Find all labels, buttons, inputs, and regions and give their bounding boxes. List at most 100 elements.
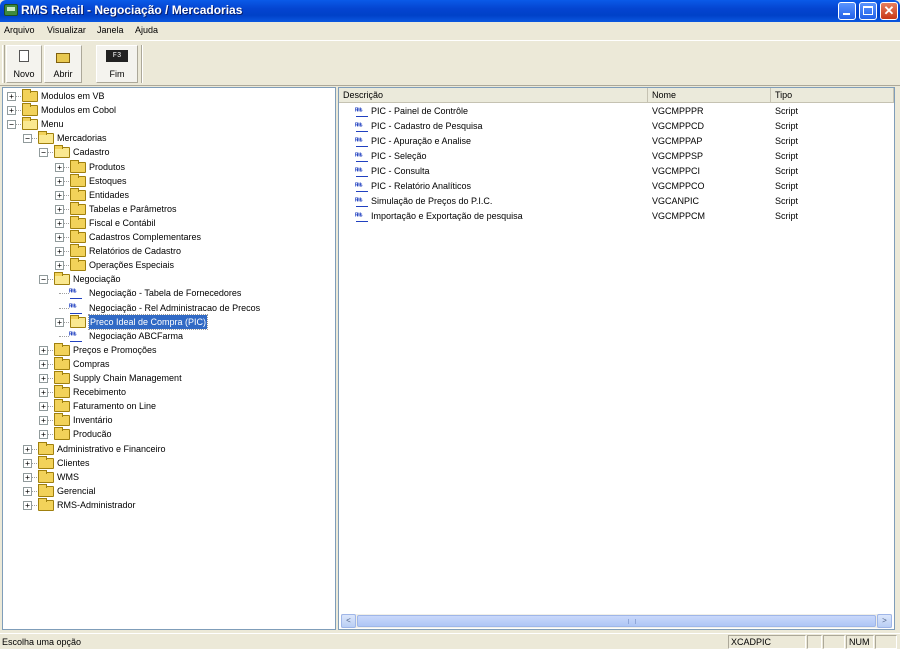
tree-node[interactable]: + Preços e Promoções [3, 342, 333, 357]
expand-icon[interactable]: + [39, 359, 48, 369]
tree-node[interactable]: − Cadastro [3, 145, 333, 159]
tree-node[interactable]: + Tabelas e Parâmetros [3, 201, 333, 216]
tree-node[interactable]: + Supply Chain Management [3, 371, 333, 385]
tree-node-label[interactable]: Gerencial [57, 484, 96, 498]
tree-node-label[interactable]: Produtos [89, 160, 125, 174]
tree-node-label[interactable]: Entidades [89, 188, 129, 202]
tree-node-label[interactable]: Mercadorias [57, 131, 107, 145]
tree-node[interactable]: + Modulos em VB [3, 89, 333, 103]
tree-node-label[interactable]: Preços e Promoções [73, 343, 157, 357]
tree-node[interactable]: + Recebimento [3, 385, 333, 399]
menu-janela[interactable]: Janela [97, 25, 124, 35]
expand-icon[interactable]: + [23, 486, 32, 496]
tree-node-label[interactable]: Modulos em Cobol [41, 103, 116, 117]
tree-node[interactable]: + Clientes [3, 455, 333, 470]
column-header-tipo[interactable]: Tipo [771, 88, 894, 103]
list-item[interactable]: ᴿᴹˢ PIC - Painel de Contrôle VGCMPPPR Scrip… [339, 104, 894, 119]
list-item[interactable]: ᴿᴹˢ PIC - Apuração e Analise VGCMPPAP Scrip… [339, 134, 894, 149]
list-item[interactable]: ᴿᴹˢ PIC - Consulta VGCMPPCI Script [339, 164, 894, 179]
tree-node[interactable]: + Inventário [3, 413, 333, 427]
tree-node-label[interactable]: Supply Chain Management [73, 371, 182, 385]
tree-node-label[interactable]: Negociação - Tabela de Fornecedores [89, 286, 241, 300]
tree-node-label[interactable]: Operações Especiais [89, 258, 174, 272]
expand-icon[interactable]: + [39, 374, 48, 383]
tree-node-label[interactable]: Cadastro [73, 145, 110, 159]
expand-icon[interactable]: + [23, 444, 32, 454]
column-header-nome[interactable]: Nome [648, 88, 771, 103]
scroll-thumb[interactable] [357, 615, 876, 627]
tree-node[interactable]: + Produtos [3, 159, 333, 174]
tree-node[interactable]: − Menu [3, 117, 333, 131]
tree-node[interactable]: ᴿᴹˢ Negociação ABCFarma [3, 329, 333, 343]
tree-node[interactable]: + Producão [3, 427, 333, 441]
tree-node-label[interactable]: Inventário [73, 413, 113, 427]
expand-icon[interactable]: + [55, 317, 64, 327]
menu-tree[interactable]: + Modulos em VB + Modulos em Cobol − Menu − Mer… [2, 87, 336, 630]
toolbar-grip[interactable] [2, 45, 5, 83]
tree-node[interactable]: + RMS-Administrador [3, 497, 333, 512]
tree-node[interactable]: − Mercadorias [3, 131, 333, 145]
scroll-right-button[interactable]: > [877, 614, 892, 628]
expand-icon[interactable]: + [55, 247, 64, 257]
expand-icon[interactable]: + [39, 430, 48, 440]
menu-ajuda[interactable]: Ajuda [135, 25, 158, 35]
tree-node-label[interactable]: Recebimento [73, 385, 126, 399]
menu-visualizar[interactable]: Visualizar [47, 25, 86, 35]
tree-node-label[interactable]: Cadastros Complementares [89, 230, 201, 244]
minimize-button[interactable] [838, 2, 856, 20]
tree-node-label[interactable]: Faturamento on Line [73, 399, 156, 413]
program-list[interactable]: Descrição Nome Tipo ᴿᴹˢ PIC - Painel de C… [338, 87, 895, 630]
tree-node[interactable]: + Entidades [3, 187, 333, 202]
tree-node-label[interactable]: Producão [73, 427, 112, 441]
tree-node[interactable]: + Operações Especiais [3, 258, 333, 272]
tree-node[interactable]: + Gerencial [3, 483, 333, 498]
expand-icon[interactable]: + [39, 402, 48, 412]
list-item[interactable]: ᴿᴹˢ PIC - Seleção VGCMPPSP Script [339, 149, 894, 164]
tree-node-label[interactable]: WMS [57, 470, 79, 484]
column-header-descricao[interactable]: Descrição [339, 88, 648, 103]
tree-node-label[interactable]: Administrativo e Financeiro [57, 442, 166, 456]
tree-node-label[interactable]: Clientes [57, 456, 90, 470]
tree-node[interactable]: + Fiscal e Contábil [3, 215, 333, 230]
tree-node[interactable]: + Faturamento on Line [3, 399, 333, 413]
expand-icon[interactable]: + [55, 162, 64, 172]
tree-node-label[interactable]: Menu [41, 117, 64, 131]
tree-node-label[interactable]: RMS-Administrador [57, 498, 136, 512]
open-button[interactable]: Abrir [44, 45, 82, 83]
tree-node[interactable]: + Administrativo e Financeiro [3, 441, 333, 456]
tree-node[interactable]: + Estoques [3, 173, 333, 188]
expand-icon[interactable]: + [55, 190, 64, 200]
expand-icon[interactable]: + [39, 388, 48, 398]
expand-icon[interactable]: + [23, 472, 32, 482]
list-item[interactable]: ᴿᴹˢ PIC - Relatório Analíticos VGCMPPCO Scr… [339, 179, 894, 194]
collapse-icon[interactable]: − [39, 275, 48, 285]
tree-node-label[interactable]: Tabelas e Parâmetros [89, 202, 177, 216]
maximize-button[interactable] [859, 2, 877, 20]
tree-node-label[interactable]: Compras [73, 357, 110, 371]
tree-node[interactable]: ᴿᴹˢ Negociação - Rel Administracao de Pre… [3, 301, 333, 315]
expand-icon[interactable]: + [39, 345, 48, 355]
expand-icon[interactable]: + [7, 106, 16, 116]
expand-icon[interactable]: + [23, 458, 32, 468]
tree-node[interactable]: − Negociação [3, 272, 333, 286]
collapse-icon[interactable]: − [39, 148, 48, 158]
tree-node[interactable]: + Cadastros Complementares [3, 230, 333, 244]
expand-icon[interactable]: + [55, 233, 64, 242]
new-button[interactable]: Novo [6, 45, 42, 83]
expand-icon[interactable]: + [7, 92, 16, 101]
tree-node-label[interactable]: Negociação ABCFarma [89, 329, 183, 343]
expand-icon[interactable]: + [55, 218, 64, 228]
tree-node-label[interactable]: Estoques [89, 174, 127, 188]
tree-node-label[interactable]: Fiscal e Contábil [89, 216, 156, 230]
expand-icon[interactable]: + [55, 261, 64, 271]
tree-node[interactable]: ᴿᴹˢ Negociação - Tabela de Fornecedores [3, 286, 333, 300]
exit-button[interactable]: F3 Fim [96, 45, 138, 83]
tree-node[interactable]: + Relatórios de Cadastro [3, 244, 333, 258]
list-item[interactable]: ᴿᴹˢ Simulação de Preços do P.I.C. VGCANPIC… [339, 194, 894, 209]
tree-node[interactable]: + Preco Ideal de Compra (PIC) [3, 313, 333, 330]
tree-node[interactable]: + WMS [3, 469, 333, 484]
expand-icon[interactable]: + [55, 204, 64, 214]
scroll-left-button[interactable]: < [341, 614, 356, 628]
tree-node-label[interactable]: Relatórios de Cadastro [89, 244, 181, 258]
expand-icon[interactable]: + [55, 176, 64, 186]
